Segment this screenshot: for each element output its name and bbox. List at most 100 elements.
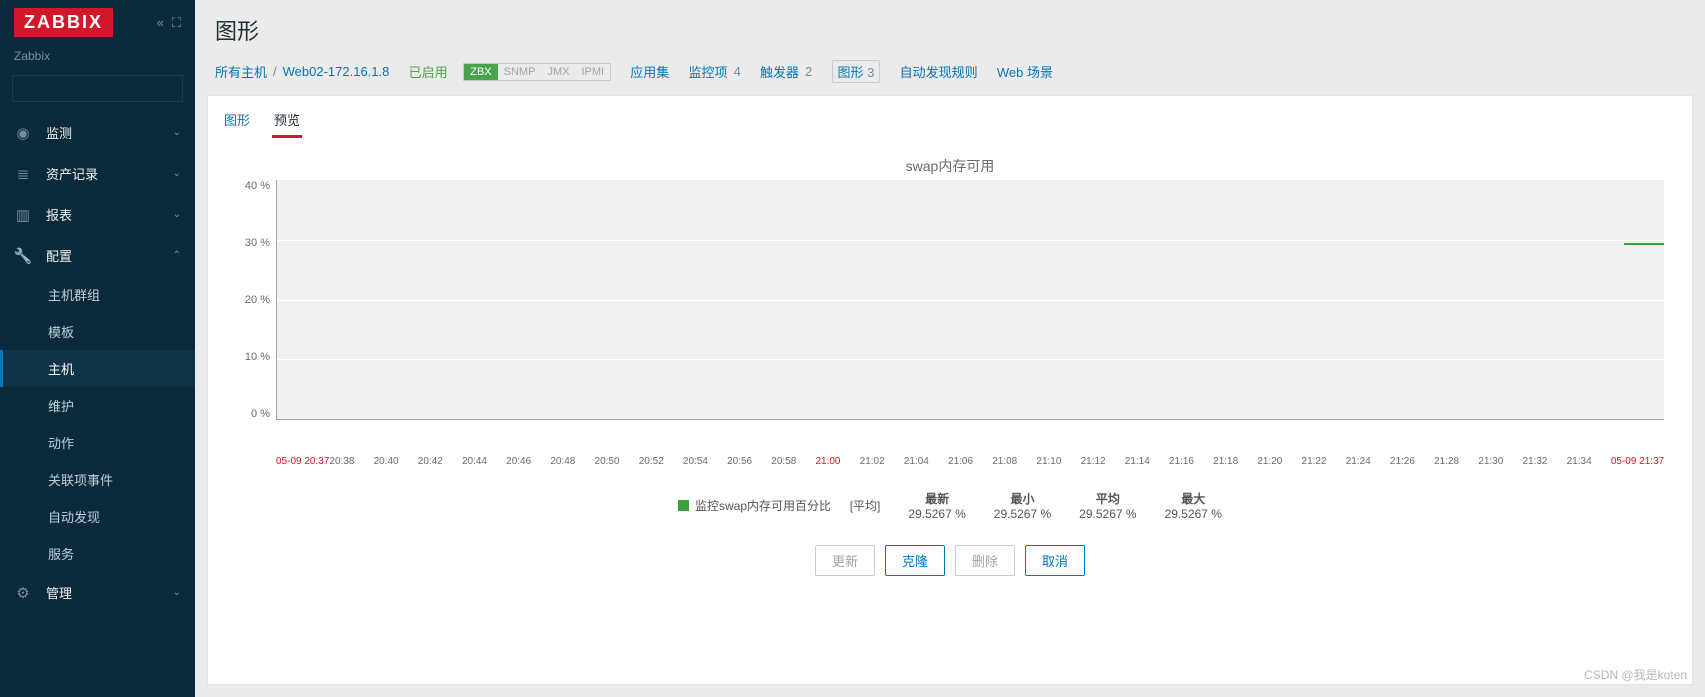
search-input[interactable] bbox=[17, 81, 194, 96]
x-tick: 21:24 bbox=[1346, 456, 1371, 467]
plot-canvas bbox=[276, 180, 1664, 420]
clone-button[interactable]: 克隆 bbox=[885, 545, 945, 576]
update-button: 更新 bbox=[815, 545, 875, 576]
y-tick: 40 % bbox=[245, 180, 270, 192]
x-tick: 20:56 bbox=[727, 456, 752, 467]
wrench-icon: 🔧 bbox=[14, 247, 32, 265]
series-line bbox=[1624, 243, 1664, 245]
legend-value: 29.5267 % bbox=[1165, 507, 1222, 521]
link-discovery[interactable]: 自动发现规则 bbox=[900, 62, 978, 81]
y-tick: 0 % bbox=[251, 408, 270, 420]
sidebar: ZABBIX « ⛶ Zabbix 🔍 ◉ 监测 ⌄ ≣ 资产记录 ⌄ ▥ 报表… bbox=[0, 0, 195, 697]
legend-mode: [平均] bbox=[850, 497, 881, 514]
sub-discovery[interactable]: 自动发现 bbox=[0, 498, 195, 535]
tab-graph[interactable]: 图形 bbox=[222, 104, 252, 138]
main-content: 图形 所有主机 / Web02-172.16.1.8 已启用 ZBX SNMP … bbox=[195, 0, 1705, 697]
sub-hosts[interactable]: 主机 bbox=[0, 350, 195, 387]
x-tick: 21:28 bbox=[1434, 456, 1459, 467]
link-applications[interactable]: 应用集 bbox=[630, 62, 669, 81]
legend-header: 平均 bbox=[1079, 490, 1136, 507]
sub-actions[interactable]: 动作 bbox=[0, 424, 195, 461]
content-panel: 图形 预览 swap内存可用 40 % 30 % 20 % 10 % 0 % bbox=[207, 95, 1693, 685]
x-tick: 21:02 bbox=[860, 456, 885, 467]
delete-button: 删除 bbox=[955, 545, 1015, 576]
x-tick: 20:44 bbox=[462, 456, 487, 467]
y-tick: 10 % bbox=[245, 351, 270, 363]
interface-badges: ZBX SNMP JMX IPMI bbox=[463, 63, 611, 81]
y-axis: 40 % 30 % 20 % 10 % 0 % bbox=[236, 180, 276, 420]
sub-templates[interactable]: 模板 bbox=[0, 313, 195, 350]
link-web[interactable]: Web 场景 bbox=[997, 62, 1053, 81]
legend-row: 监控swap内存可用百分比 [平均] 最新 29.5267 % 最小 29.52… bbox=[236, 480, 1664, 531]
x-tick: 21:12 bbox=[1081, 456, 1106, 467]
x-tick: 05-09 21:37 bbox=[1611, 456, 1664, 467]
link-items[interactable]: 监控项 bbox=[689, 62, 728, 81]
nav-inventory[interactable]: ≣ 资产记录 ⌄ bbox=[0, 153, 195, 194]
x-tick: 21:32 bbox=[1522, 456, 1547, 467]
logo: ZABBIX bbox=[14, 8, 113, 37]
search-box[interactable]: 🔍 bbox=[12, 75, 183, 102]
gridline bbox=[277, 300, 1664, 301]
ipmi-badge: IPMI bbox=[575, 64, 610, 80]
host-nav-row: 所有主机 / Web02-172.16.1.8 已启用 ZBX SNMP JMX… bbox=[195, 56, 1705, 95]
x-tick: 21:08 bbox=[992, 456, 1017, 467]
legend-value: 29.5267 % bbox=[1079, 507, 1136, 521]
x-tick: 21:20 bbox=[1257, 456, 1282, 467]
button-row: 更新 克隆 删除 取消 bbox=[236, 531, 1664, 594]
tab-preview[interactable]: 预览 bbox=[272, 104, 302, 138]
items-count: 4 bbox=[734, 64, 741, 79]
x-tick: 21:16 bbox=[1169, 456, 1194, 467]
logo-row: ZABBIX « ⛶ bbox=[0, 0, 195, 45]
sub-services[interactable]: 服务 bbox=[0, 535, 195, 572]
cancel-button[interactable]: 取消 bbox=[1025, 545, 1085, 576]
separator: / bbox=[273, 64, 277, 79]
snmp-badge: SNMP bbox=[498, 64, 542, 80]
link-triggers[interactable]: 触发器 bbox=[760, 62, 799, 81]
legend-value: 29.5267 % bbox=[908, 507, 965, 521]
link-all-hosts[interactable]: 所有主机 bbox=[215, 62, 267, 81]
chart-icon: ▥ bbox=[14, 206, 32, 224]
nav-monitoring[interactable]: ◉ 监测 ⌄ bbox=[0, 112, 195, 153]
nav-label: 监测 bbox=[46, 123, 72, 142]
gridline bbox=[277, 359, 1664, 360]
sub-hostgroups[interactable]: 主机群组 bbox=[0, 276, 195, 313]
watermark: CSDN @我是koten bbox=[1584, 666, 1687, 683]
legend-series-name: 监控swap内存可用百分比 [平均] bbox=[678, 490, 880, 521]
y-tick: 30 % bbox=[245, 237, 270, 249]
legend-color-icon bbox=[678, 500, 689, 511]
legend-min: 最小 29.5267 % bbox=[994, 490, 1051, 521]
nav-config[interactable]: 🔧 配置 ⌃ bbox=[0, 235, 195, 276]
sidebar-collapse[interactable]: « ⛶ bbox=[157, 15, 181, 31]
sub-correlation[interactable]: 关联项事件 bbox=[0, 461, 195, 498]
nav-label: 报表 bbox=[46, 205, 72, 224]
server-name: Zabbix bbox=[0, 45, 195, 71]
gridline bbox=[277, 240, 1664, 241]
link-graphs[interactable]: 图形 bbox=[838, 65, 864, 80]
nav-admin[interactable]: ⚙ 管理 ⌄ bbox=[0, 572, 195, 613]
nav-reports[interactable]: ▥ 报表 ⌄ bbox=[0, 194, 195, 235]
x-tick: 21:10 bbox=[1036, 456, 1061, 467]
link-host[interactable]: Web02-172.16.1.8 bbox=[283, 64, 390, 79]
nav-label: 管理 bbox=[46, 583, 72, 602]
tabs: 图形 预览 bbox=[208, 96, 1692, 138]
x-axis: 05-09 20:3720:3820:4020:4220:4420:4620:4… bbox=[276, 420, 1664, 480]
chevron-down-icon: ⌄ bbox=[173, 209, 181, 220]
sub-maintenance[interactable]: 维护 bbox=[0, 387, 195, 424]
config-submenu: 主机群组 模板 主机 维护 动作 关联项事件 自动发现 服务 bbox=[0, 276, 195, 572]
collapse-icon: « bbox=[157, 15, 164, 31]
plot-row: 40 % 30 % 20 % 10 % 0 % bbox=[236, 180, 1664, 420]
gear-icon: ⚙ bbox=[14, 584, 32, 602]
chart-area: swap内存可用 40 % 30 % 20 % 10 % 0 % 05-09 2… bbox=[208, 138, 1692, 684]
chevron-down-icon: ⌄ bbox=[173, 587, 181, 598]
eye-icon: ◉ bbox=[14, 124, 32, 142]
x-tick: 21:34 bbox=[1567, 456, 1592, 467]
y-tick: 20 % bbox=[245, 294, 270, 306]
x-tick: 20:58 bbox=[771, 456, 796, 467]
x-tick: 21:14 bbox=[1125, 456, 1150, 467]
nav-label: 配置 bbox=[46, 246, 72, 265]
legend-header: 最大 bbox=[1165, 490, 1222, 507]
x-tick: 21:04 bbox=[904, 456, 929, 467]
x-tick: 20:52 bbox=[639, 456, 664, 467]
legend-avg: 平均 29.5267 % bbox=[1079, 490, 1136, 521]
legend-max: 最大 29.5267 % bbox=[1165, 490, 1222, 521]
